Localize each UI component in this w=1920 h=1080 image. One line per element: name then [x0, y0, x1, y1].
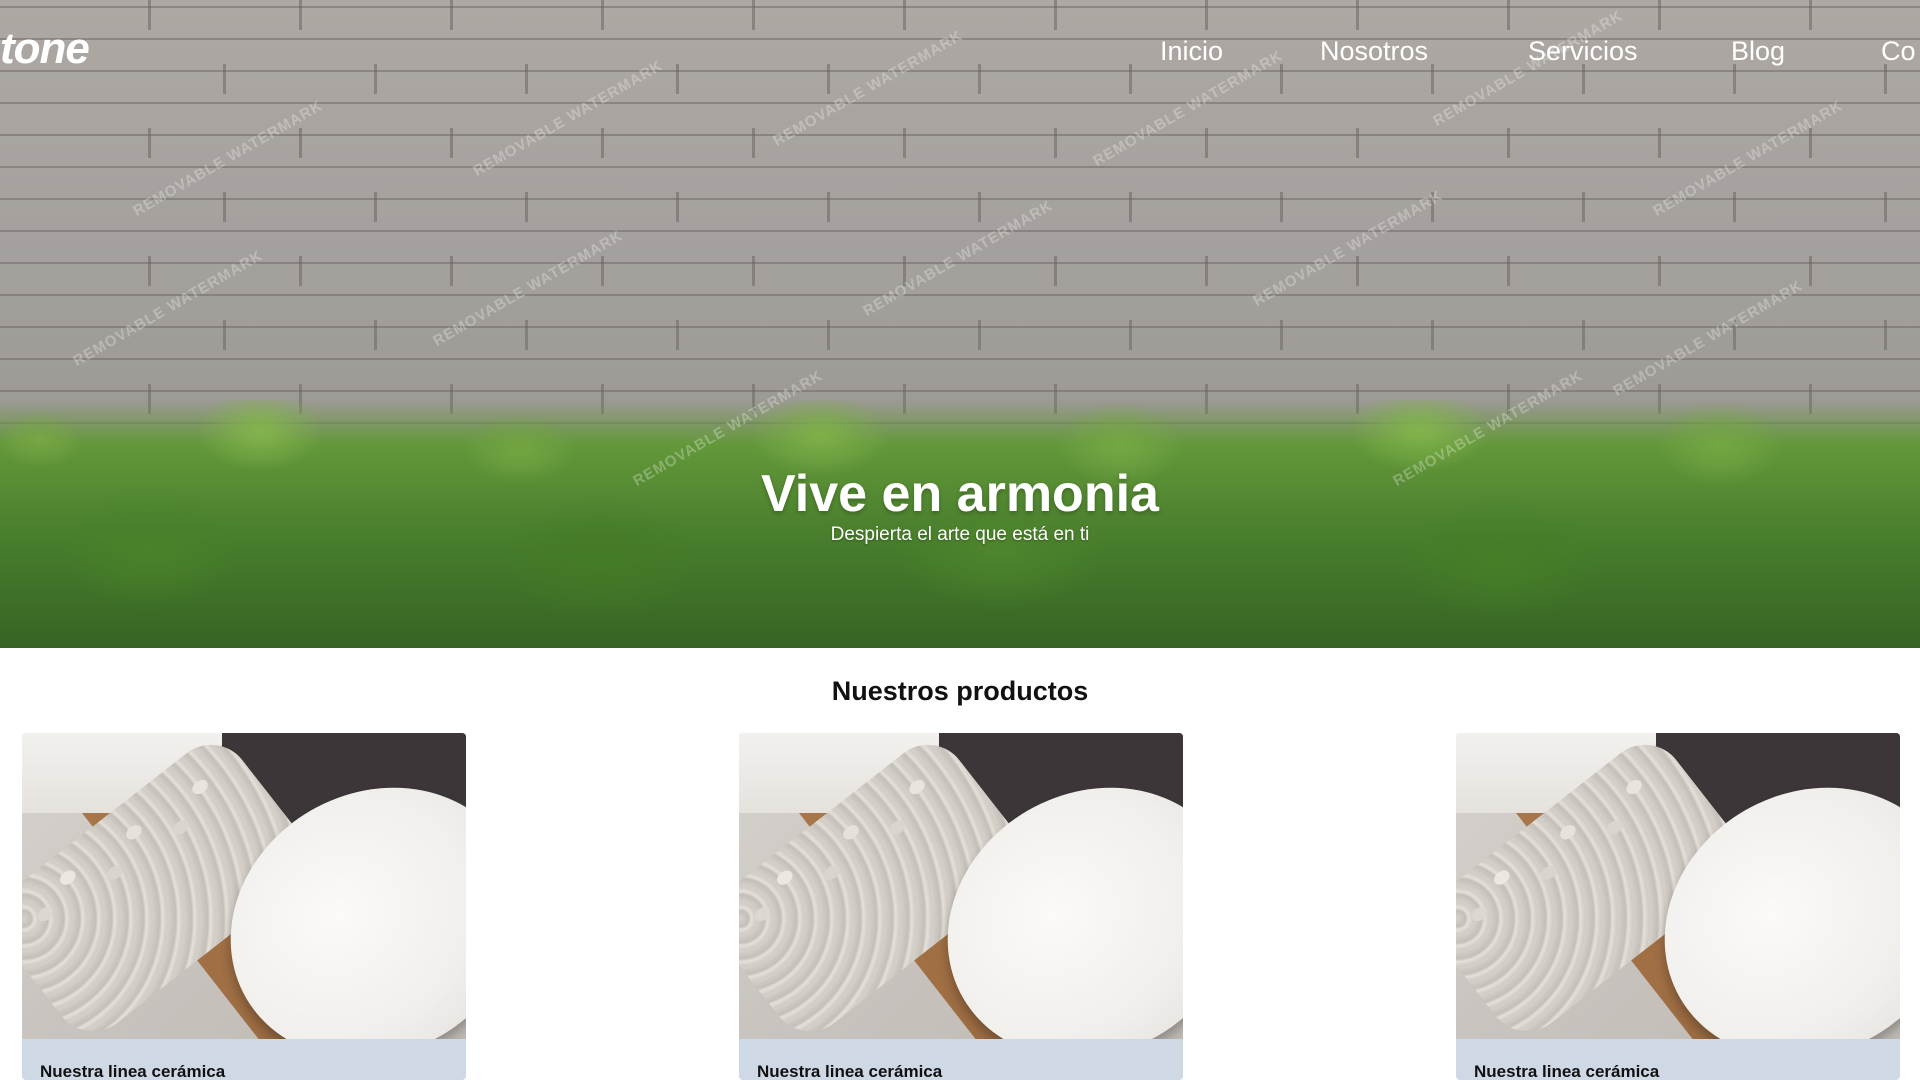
- nav-item-blog[interactable]: Blog: [1731, 36, 1785, 67]
- site-logo[interactable]: tone: [0, 24, 90, 74]
- product-image: [1456, 733, 1900, 1039]
- product-card[interactable]: Nuestra linea cerámica: [1456, 733, 1900, 1080]
- nav-item-contacto[interactable]: Co: [1881, 36, 1916, 67]
- nav-item-inicio[interactable]: Inicio: [1160, 36, 1223, 67]
- product-card-label[interactable]: Nuestra linea cerámica: [40, 1062, 225, 1080]
- product-card[interactable]: Nuestra linea cerámica: [22, 733, 466, 1080]
- product-card[interactable]: Nuestra linea cerámica: [739, 733, 1183, 1080]
- product-image: [739, 733, 1183, 1039]
- hero-title: Vive en armonia: [761, 465, 1159, 523]
- product-image: [22, 733, 466, 1039]
- nav-item-nosotros[interactable]: Nosotros: [1320, 36, 1428, 67]
- hero-overlay: [0, 0, 1920, 648]
- product-card-label[interactable]: Nuestra linea cerámica: [1474, 1062, 1659, 1080]
- product-card-label[interactable]: Nuestra linea cerámica: [757, 1062, 942, 1080]
- nav-item-servicios[interactable]: Servicios: [1528, 36, 1638, 67]
- products-section-title: Nuestros productos: [831, 676, 1089, 706]
- hero-subtitle: Despierta el arte que está en ti: [830, 524, 1090, 545]
- hero-banner: REMOVABLE WATERMARK REMOVABLE WATERMARK …: [0, 0, 1920, 648]
